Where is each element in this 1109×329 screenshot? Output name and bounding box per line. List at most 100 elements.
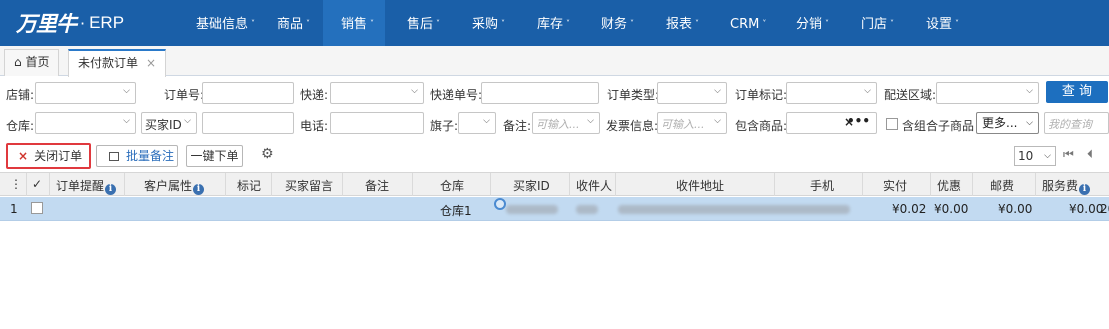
- tab-unpaid-orders[interactable]: 未付款订单 ×: [68, 49, 167, 77]
- col-mobile[interactable]: 手机: [810, 177, 834, 194]
- delivery-area-select[interactable]: ⌵: [936, 82, 1039, 104]
- nav-distribution[interactable]: 分销 ˅: [796, 0, 829, 46]
- batch-remark-button[interactable]: 批量备注: [96, 145, 178, 167]
- buyer-id-type-select[interactable]: 买家ID ⌵: [141, 112, 197, 134]
- col-buyer-message[interactable]: 买家留言: [285, 177, 333, 194]
- nav-basic-info[interactable]: 基础信息 ˅: [196, 0, 255, 46]
- page-size-select[interactable]: 10 ⌵: [1014, 146, 1056, 166]
- combo-goods-checkbox[interactable]: [886, 118, 898, 130]
- chevron-down-icon: ˅: [695, 19, 700, 28]
- col-address[interactable]: 收件地址: [676, 177, 724, 194]
- close-order-button[interactable]: × 关闭订单: [6, 143, 91, 169]
- gear-icon[interactable]: ⚙: [261, 146, 274, 162]
- phone-input[interactable]: [330, 112, 424, 134]
- page-size-value: 10: [1018, 149, 1034, 163]
- nav-inventory[interactable]: 库存 ˅: [537, 0, 570, 46]
- col-remark[interactable]: 备注: [365, 177, 389, 194]
- column-divider: [342, 173, 343, 196]
- column-divider: [26, 173, 27, 196]
- column-divider: [490, 173, 491, 196]
- logo-dot: ·: [80, 13, 86, 33]
- chevron-down-icon: ⌵: [184, 116, 191, 126]
- phone-label: 电话:: [300, 119, 329, 133]
- chevron-down-icon: ˅: [630, 19, 635, 28]
- express-no-input[interactable]: [481, 82, 599, 104]
- chevron-down-icon: ˅: [890, 19, 895, 28]
- more-filters-button[interactable]: 更多... ⌵: [976, 112, 1039, 134]
- chevron-down-icon: ˅: [306, 19, 311, 28]
- order-no-input[interactable]: [202, 82, 294, 104]
- col-service-fee[interactable]: 服务费 i: [1042, 177, 1091, 195]
- contains-goods-input[interactable]: × •••: [786, 112, 877, 134]
- first-page-icon[interactable]: ⏮: [1063, 147, 1074, 162]
- tab-label: 未付款订单: [78, 56, 139, 70]
- express-label: 快递:: [300, 88, 329, 102]
- logo-mark: 万里牛: [16, 11, 77, 36]
- wangwang-icon[interactable]: [494, 198, 506, 210]
- nav-label: 销售: [341, 17, 368, 32]
- nav-after-sales[interactable]: 售后 ˅: [407, 0, 440, 46]
- order-type-select[interactable]: ⌵: [657, 82, 727, 104]
- chevron-down-icon: ˅: [955, 19, 960, 28]
- nav-reports[interactable]: 报表 ˅: [666, 0, 699, 46]
- top-nav: 万里牛 · ERP 基础信息 ˅ 商品 ˅ 销售 ˅ 售后 ˅ 采购 ˅ 库存 ˅ 财务 ˅ …: [0, 0, 1109, 46]
- table-row[interactable]: 1 仓库1 ¥0.02 ¥0.00 ¥0.00 ¥0.00 20: [0, 197, 1109, 221]
- row-index: 1: [10, 202, 18, 216]
- more-dots-icon[interactable]: •••: [847, 114, 870, 128]
- warehouse-select[interactable]: ⌵: [35, 112, 136, 134]
- flag-select[interactable]: ⌵: [458, 112, 496, 134]
- select-all-check[interactable]: ✓: [32, 177, 42, 191]
- column-divider: [225, 173, 226, 196]
- tab-home[interactable]: ⌂ 首页: [4, 49, 60, 76]
- express-select[interactable]: ⌵: [330, 82, 424, 104]
- chevron-down-icon: ⌵: [714, 116, 721, 126]
- col-paid[interactable]: 实付: [883, 177, 907, 194]
- chevron-down-icon: ⌵: [864, 86, 871, 96]
- remark-label: 备注:: [503, 119, 532, 133]
- combo-goods-label: 含组合子商品: [902, 119, 975, 133]
- col-postage[interactable]: 邮费: [990, 177, 1014, 194]
- nav-goods[interactable]: 商品 ˅: [277, 0, 310, 46]
- col-discount[interactable]: 优惠: [937, 177, 961, 194]
- query-button[interactable]: 查 询: [1046, 81, 1108, 103]
- app-logo[interactable]: 万里牛 · ERP: [16, 8, 124, 38]
- delivery-area-label: 配送区域:: [884, 88, 937, 102]
- tab-label: 首页: [25, 55, 50, 69]
- column-divider: [862, 173, 863, 196]
- buyer-id-input[interactable]: [202, 112, 294, 134]
- cell-paid: ¥0.02: [892, 202, 927, 216]
- my-query-input[interactable]: 我的查询: [1044, 112, 1109, 134]
- remark-select[interactable]: 可输入... ⌵: [532, 112, 600, 134]
- col-mark[interactable]: 标记: [237, 177, 261, 194]
- nav-settings[interactable]: 设置 ˅: [926, 0, 959, 46]
- invoice-select[interactable]: 可输入... ⌵: [657, 112, 727, 134]
- column-menu-icon[interactable]: ⋮: [10, 177, 22, 191]
- nav-crm[interactable]: CRM ˅: [730, 0, 766, 46]
- one-click-order-button[interactable]: 一键下单: [186, 145, 243, 167]
- nav-sales[interactable]: 销售 ˅: [323, 0, 385, 46]
- col-receiver[interactable]: 收件人: [576, 177, 612, 194]
- chevron-down-icon: ⌵: [1026, 86, 1033, 96]
- col-order-reminder[interactable]: 订单提醒 i: [56, 177, 117, 195]
- prev-page-icon[interactable]: ⏴: [1087, 147, 1093, 162]
- order-mark-select[interactable]: ⌵: [786, 82, 877, 104]
- cell-service-fee: ¥0.00: [1069, 202, 1104, 216]
- more-label: 更多...: [982, 116, 1018, 130]
- col-label: 服务费: [1042, 179, 1079, 193]
- nav-finance[interactable]: 财务 ˅: [601, 0, 634, 46]
- nav-stores[interactable]: 门店 ˅: [861, 0, 894, 46]
- close-icon[interactable]: ×: [146, 56, 156, 70]
- chevron-down-icon: ⌵: [1026, 118, 1033, 128]
- nav-label: 设置: [926, 17, 953, 32]
- order-type-label: 订单类型:: [607, 88, 660, 102]
- col-customer-attr[interactable]: 客户属性 i: [144, 177, 205, 195]
- col-warehouse[interactable]: 仓库: [440, 177, 464, 194]
- nav-label: 基础信息: [196, 17, 249, 32]
- col-buyer-id[interactable]: 买家ID: [513, 177, 550, 194]
- nav-purchase[interactable]: 采购 ˅: [472, 0, 505, 46]
- row-checkbox[interactable]: [31, 202, 43, 214]
- shop-select[interactable]: ⌵: [35, 82, 136, 104]
- warehouse-label: 仓库:: [6, 119, 35, 133]
- close-icon: ×: [18, 149, 29, 163]
- table-header: ⋮ ✓ 订单提醒 i 客户属性 i 标记 买家留言 备注 仓库 买家ID 收件人 收…: [0, 172, 1109, 196]
